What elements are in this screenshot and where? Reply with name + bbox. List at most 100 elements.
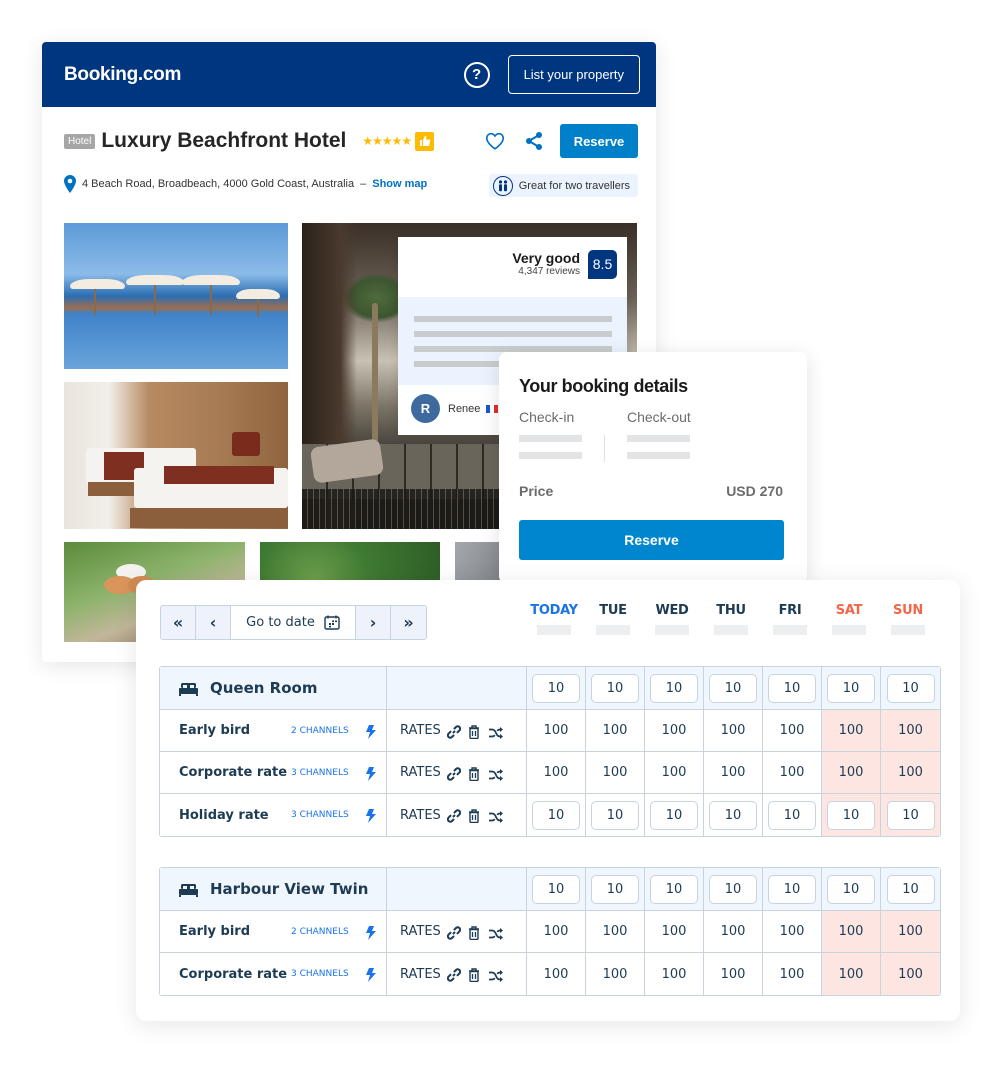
link-icon[interactable] <box>446 925 461 940</box>
availability-input[interactable]: 10 <box>650 673 698 703</box>
availability-input[interactable]: 10 <box>768 874 816 904</box>
rate-value-cell[interactable]: 100 <box>881 752 940 793</box>
share-icon[interactable] <box>524 131 544 151</box>
rate-value-cell[interactable]: 100 <box>527 911 586 952</box>
shuffle-icon[interactable] <box>488 967 503 982</box>
booking-logo[interactable]: Booking.com <box>64 64 464 86</box>
rate-value-cell[interactable]: 100 <box>763 752 822 793</box>
rate-value-cell[interactable]: 100 <box>586 710 645 751</box>
channels-link[interactable]: 3 CHANNELS <box>291 969 366 979</box>
rate-value-cell: 10 <box>704 794 763 836</box>
lightning-icon[interactable] <box>366 766 376 781</box>
rates-button[interactable]: RATES <box>400 967 441 982</box>
rate-value-cell[interactable]: 100 <box>704 752 763 793</box>
channels-link[interactable]: 3 CHANNELS <box>291 810 366 820</box>
channels-link[interactable]: 3 CHANNELS <box>291 768 366 778</box>
availability-input[interactable]: 10 <box>827 874 875 904</box>
rate-value-cell[interactable]: 100 <box>645 710 704 751</box>
link-icon[interactable] <box>446 724 461 739</box>
rates-button[interactable]: RATES <box>400 924 441 939</box>
availability-input[interactable]: 10 <box>591 874 639 904</box>
date-placeholder <box>773 625 807 635</box>
rate-value-cell[interactable]: 100 <box>763 911 822 952</box>
rate-value-cell[interactable]: 100 <box>586 911 645 952</box>
rate-value-cell[interactable]: 100 <box>527 953 586 995</box>
lightning-icon[interactable] <box>366 925 376 940</box>
trash-icon[interactable] <box>468 967 482 983</box>
help-icon[interactable]: ? <box>463 61 490 88</box>
rate-value-cell[interactable]: 100 <box>704 710 763 751</box>
rate-input[interactable]: 10 <box>827 800 875 830</box>
shuffle-icon[interactable] <box>488 724 503 739</box>
rate-value-cell[interactable]: 100 <box>586 752 645 793</box>
shuffle-icon[interactable] <box>488 766 503 781</box>
rates-button[interactable]: RATES <box>400 723 441 738</box>
rate-value-cell[interactable]: 100 <box>645 752 704 793</box>
availability-input[interactable]: 10 <box>532 673 580 703</box>
rate-input[interactable]: 10 <box>591 800 639 830</box>
rate-value-cell[interactable]: 100 <box>527 752 586 793</box>
trash-icon[interactable] <box>468 766 482 781</box>
review-count[interactable]: 4,347 reviews <box>512 266 580 277</box>
rate-value-cell[interactable]: 100 <box>704 953 763 995</box>
rate-value-cell[interactable]: 100 <box>822 752 881 793</box>
lightning-icon[interactable] <box>366 967 376 982</box>
rate-value-cell[interactable]: 100 <box>881 710 940 751</box>
availability-input[interactable]: 10 <box>709 874 757 904</box>
rate-value-cell[interactable]: 100 <box>763 710 822 751</box>
rate-value-cell[interactable]: 100 <box>704 911 763 952</box>
list-property-button[interactable]: List your property <box>507 55 640 94</box>
rate-value-cell[interactable]: 100 <box>822 953 881 995</box>
rate-input[interactable]: 10 <box>709 800 757 830</box>
lightning-icon[interactable] <box>366 808 376 823</box>
rate-value-cell[interactable]: 100 <box>822 911 881 952</box>
availability-input[interactable]: 10 <box>709 673 757 703</box>
heart-icon[interactable] <box>484 130 506 152</box>
rate-value-cell[interactable]: 100 <box>645 953 704 995</box>
channels-link[interactable]: 2 CHANNELS <box>291 726 366 736</box>
availability-input[interactable]: 10 <box>650 874 698 904</box>
go-to-date-button[interactable]: Go to date <box>231 606 356 639</box>
availability-input[interactable]: 10 <box>532 874 580 904</box>
rates-button[interactable]: RATES <box>400 765 441 780</box>
reserve-button[interactable]: Reserve <box>519 520 784 560</box>
shuffle-icon[interactable] <box>488 808 503 823</box>
trash-icon[interactable] <box>468 808 482 824</box>
rate-value-cell[interactable]: 100 <box>881 953 940 995</box>
channels-link[interactable]: 2 CHANNELS <box>291 927 366 937</box>
availability-input[interactable]: 10 <box>827 673 875 703</box>
trash-icon[interactable] <box>468 925 482 940</box>
rate-input[interactable]: 10 <box>768 800 816 830</box>
show-map-link[interactable]: Show map <box>372 178 427 190</box>
link-icon[interactable] <box>446 766 461 781</box>
rate-value-cell[interactable]: 100 <box>527 710 586 751</box>
rate-value-cell[interactable]: 100 <box>822 710 881 751</box>
rates-button[interactable]: RATES <box>400 808 441 823</box>
rate-input[interactable]: 10 <box>886 800 935 830</box>
link-icon[interactable] <box>446 967 461 982</box>
photo-twin-bedroom[interactable] <box>64 382 288 529</box>
rate-input[interactable]: 10 <box>532 800 580 830</box>
availability-input[interactable]: 10 <box>886 874 935 904</box>
trash-icon[interactable] <box>468 724 482 739</box>
rate-value-cell[interactable]: 100 <box>763 953 822 995</box>
day-header-today: TODAY <box>526 603 582 635</box>
rate-value-cell[interactable]: 100 <box>645 911 704 952</box>
availability-input[interactable]: 10 <box>768 673 816 703</box>
bed-icon <box>179 883 198 897</box>
availability-input[interactable]: 10 <box>886 673 935 703</box>
day-name: SAT <box>835 603 863 618</box>
rate-value-cell[interactable]: 100 <box>586 953 645 995</box>
rate-input[interactable]: 10 <box>650 800 698 830</box>
rate-value-cell[interactable]: 100 <box>881 911 940 952</box>
lightning-icon[interactable] <box>366 724 376 739</box>
last-page-button[interactable]: » <box>391 606 426 639</box>
availability-input[interactable]: 10 <box>591 673 639 703</box>
link-icon[interactable] <box>446 808 461 823</box>
next-button[interactable]: › <box>356 606 391 639</box>
shuffle-icon[interactable] <box>488 925 503 940</box>
reserve-button-header[interactable]: Reserve <box>560 124 638 158</box>
first-page-button[interactable]: « <box>161 606 196 639</box>
prev-button[interactable]: ‹ <box>196 606 231 639</box>
photo-pool-umbrellas[interactable] <box>64 223 288 369</box>
